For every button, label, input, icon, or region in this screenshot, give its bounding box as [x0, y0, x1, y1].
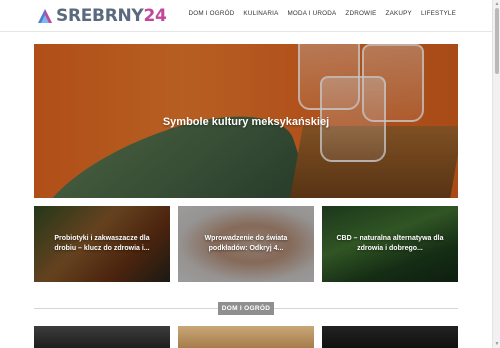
- scroll-thumb[interactable]: [495, 8, 499, 74]
- page-scrollbar[interactable]: ▲ ▼: [492, 0, 500, 348]
- section-label-dom-i-ogrod[interactable]: DOM I OGRÓD: [218, 302, 274, 315]
- nav-item-zdrowie[interactable]: ZDROWIE: [345, 10, 376, 17]
- logo-triangle-icon: [38, 9, 52, 23]
- article-thumbnail[interactable]: [34, 326, 170, 348]
- main-nav: DOM I OGRÓD KULINARIA MODA I URODA ZDROW…: [188, 10, 456, 17]
- site-header: SREBRNY24 DOM I OGRÓD KULINARIA MODA I U…: [0, 0, 492, 32]
- card-title[interactable]: Wprowadzenie do świata podkładów: Odkryj…: [188, 234, 304, 254]
- article-card-cbd[interactable]: CBD – naturalna alternatywa dla zdrowia …: [322, 206, 458, 282]
- article-card-probiotyki[interactable]: Probiotyki i zakwaszacze dla drobiu – kl…: [34, 206, 170, 282]
- article-thumbnail[interactable]: [178, 326, 314, 348]
- scroll-up-arrow-icon[interactable]: ▲: [494, 1, 500, 7]
- nav-item-lifestyle[interactable]: LIFESTYLE: [421, 10, 456, 17]
- site-logo[interactable]: SREBRNY24: [37, 4, 167, 28]
- card-title[interactable]: CBD – naturalna alternatywa dla zdrowia …: [332, 234, 448, 254]
- nav-item-zakupy[interactable]: ZAKUPY: [386, 10, 412, 17]
- hero-article[interactable]: Symbole kultury meksykańskiej: [34, 44, 458, 198]
- nav-item-dom-i-ogrod[interactable]: DOM I OGRÓD: [188, 10, 234, 17]
- scroll-down-arrow-icon[interactable]: ▼: [494, 341, 500, 347]
- article-card-podklady[interactable]: Wprowadzenie do świata podkładów: Odkryj…: [178, 206, 314, 282]
- nav-item-moda-i-uroda[interactable]: MODA I URODA: [287, 10, 336, 17]
- article-thumbnail[interactable]: [322, 326, 458, 348]
- card-title[interactable]: Probiotyki i zakwaszacze dla drobiu – kl…: [44, 234, 160, 254]
- nav-item-kulinaria[interactable]: KULINARIA: [243, 10, 278, 17]
- logo-text: SREBRNY24: [56, 5, 167, 26]
- hero-title[interactable]: Symbole kultury meksykańskiej: [34, 116, 458, 128]
